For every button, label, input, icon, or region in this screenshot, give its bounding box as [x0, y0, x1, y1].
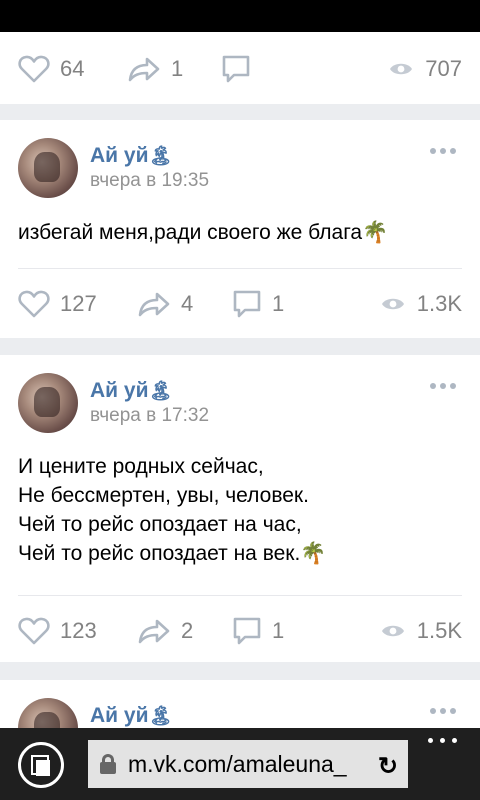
browser-bar: m.vk.com/amaleuna_ ↻	[0, 728, 480, 800]
share-count: 1	[171, 56, 184, 81]
post-text: И цените родных сейчас, Не бессмертен, у…	[18, 452, 462, 568]
comment-button[interactable]	[221, 34, 251, 104]
heart-icon	[18, 290, 50, 318]
views-counter: 1.5K	[381, 596, 462, 666]
avatar[interactable]	[18, 373, 78, 433]
eye-icon	[390, 63, 413, 75]
author-name[interactable]: Ай уй🏝	[90, 704, 173, 728]
more-icon[interactable]	[430, 383, 456, 391]
post-text-line: Чей то рейс опоздает на век.🌴	[18, 542, 327, 565]
like-count: 127	[60, 291, 97, 316]
post-actions: 123 2 1 1.5K	[0, 596, 480, 666]
author-name[interactable]: Ай уй🏝	[90, 144, 173, 168]
like-count: 123	[60, 618, 97, 643]
post-actions: 64 1 707	[0, 34, 480, 104]
views-count: 1.3K	[416, 291, 462, 316]
share-button[interactable]: 4	[137, 269, 193, 339]
comment-count: 1	[272, 618, 285, 643]
post-header: Ай уй🏝 вчера в 17:32	[18, 373, 462, 437]
comment-icon	[233, 617, 261, 645]
eye-icon	[381, 625, 404, 637]
share-button[interactable]: 1	[127, 34, 183, 104]
views-counter: 1.3K	[381, 269, 462, 339]
comment-icon	[222, 55, 250, 83]
avatar[interactable]	[18, 138, 78, 198]
post-actions: 127 4 1 1.3K	[0, 269, 480, 339]
heart-icon	[18, 55, 50, 83]
like-button[interactable]: 123	[18, 596, 97, 666]
post-text: избегай меня,ради своего же блага🌴	[18, 221, 389, 244]
post-text-line: И цените родных сейчас,	[18, 455, 264, 478]
eye-icon	[381, 298, 404, 310]
avatar[interactable]	[18, 698, 78, 728]
views-count: 707	[425, 56, 462, 81]
comment-count: 1	[272, 291, 285, 316]
island-emoji: 🏝	[148, 706, 173, 727]
author-name-text: Ай уй	[90, 704, 149, 727]
share-count: 4	[181, 291, 194, 316]
post-card-0: 64 1 707	[0, 32, 480, 104]
comment-icon	[233, 290, 261, 318]
post-card-1: Ай уй🏝 вчера в 19:35 избегай меня,ради с…	[0, 120, 480, 338]
more-icon[interactable]	[430, 708, 456, 716]
menu-icon[interactable]	[428, 738, 458, 744]
share-count: 2	[181, 618, 194, 643]
post-text-line: Не бессмертен, увы, человек.	[18, 484, 309, 507]
post-header: Ай уй🏝	[18, 698, 462, 728]
post-text-line: Чей то рейс опоздает на час,	[18, 513, 302, 536]
island-emoji: 🏝	[148, 146, 173, 167]
author-name[interactable]: Ай уй🏝	[90, 379, 173, 403]
post-header: Ай уй🏝 вчера в 19:35	[18, 138, 462, 202]
heart-icon	[18, 617, 50, 645]
author-name-text: Ай уй	[90, 144, 149, 167]
post-card-3: Ай уй🏝	[0, 680, 480, 728]
island-emoji: 🏝	[148, 381, 173, 402]
share-button[interactable]: 2	[137, 596, 193, 666]
views-count: 1.5K	[416, 618, 462, 643]
share-icon	[138, 619, 170, 644]
like-count: 64	[60, 56, 85, 81]
share-icon	[138, 292, 170, 317]
like-button[interactable]: 64	[18, 34, 84, 104]
comment-button[interactable]: 1	[232, 269, 284, 339]
lock-icon	[100, 754, 116, 774]
address-bar[interactable]: m.vk.com/amaleuna_ ↻	[88, 740, 408, 788]
comment-button[interactable]: 1	[232, 596, 284, 666]
more-icon[interactable]	[430, 148, 456, 156]
post-time[interactable]: вчера в 17:32	[90, 405, 209, 427]
views-counter: 707	[389, 34, 462, 104]
url-text[interactable]: m.vk.com/amaleuna_	[128, 751, 366, 778]
author-name-text: Ай уй	[90, 379, 149, 402]
post-card-2: Ай уй🏝 вчера в 17:32 И цените родных сей…	[0, 355, 480, 662]
post-time[interactable]: вчера в 19:35	[90, 170, 209, 192]
share-icon	[128, 57, 160, 82]
reload-icon[interactable]: ↻	[378, 752, 398, 781]
like-button[interactable]: 127	[18, 269, 97, 339]
status-bar	[0, 0, 480, 32]
tabs-icon[interactable]	[18, 742, 64, 788]
